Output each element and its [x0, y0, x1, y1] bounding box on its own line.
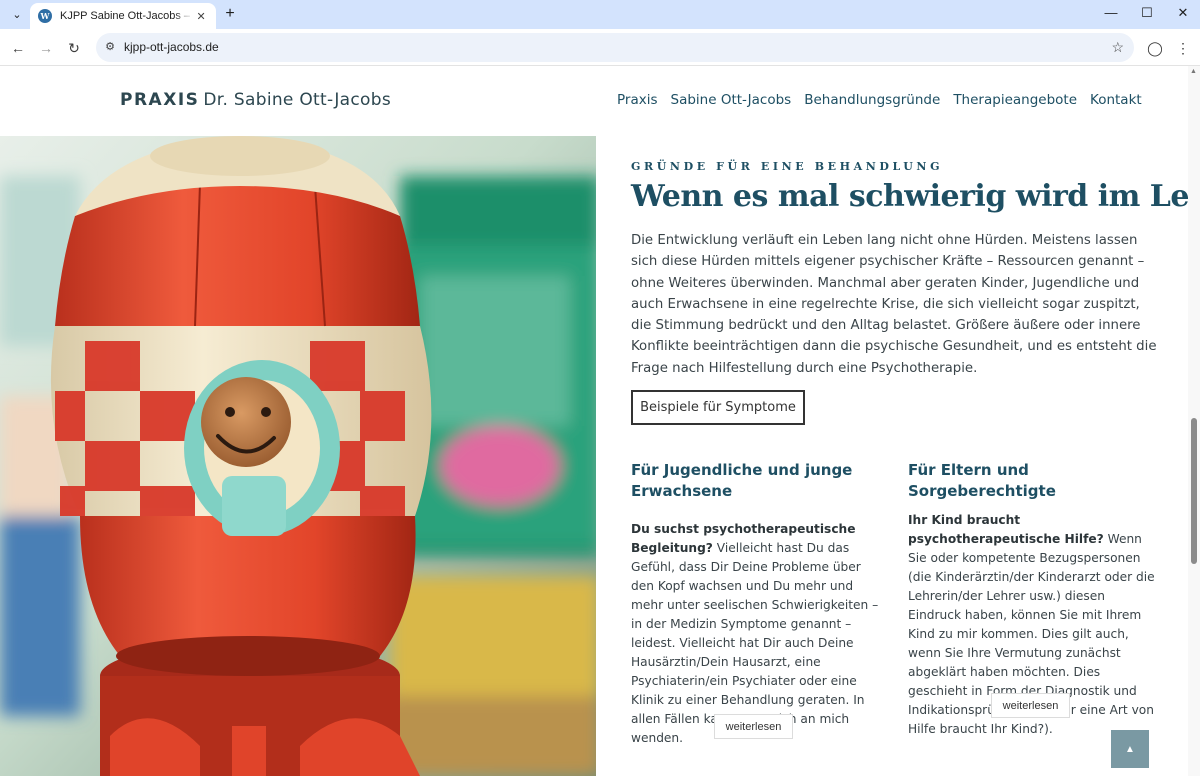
site-logo[interactable]: PRAXIS Dr. Sabine Ott-Jacobs: [120, 90, 391, 110]
intro-text: Die Entwicklung verläuft ein Leben lang …: [631, 233, 1157, 376]
site-info-icon[interactable]: ⚙: [103, 40, 117, 54]
logo-praxis: PRAXIS: [120, 90, 200, 110]
profile-icon[interactable]: ◯: [1144, 37, 1166, 59]
wordpress-favicon-icon: W: [38, 9, 52, 23]
nav-item-kontakt[interactable]: Kontakt: [1090, 92, 1142, 108]
menu-kebab-icon[interactable]: ⋮: [1172, 37, 1194, 59]
url-text[interactable]: kjpp-ott-jacobs.de: [124, 33, 219, 62]
section-kicker: GRÜNDE FÜR EINE BEHANDLUNG: [631, 160, 944, 173]
tab-close-icon[interactable]: ✕: [194, 10, 208, 23]
browser-tab[interactable]: W KJPP Sabine Ott-Jacobs – Praxis ✕: [30, 3, 216, 29]
page-scrollbar[interactable]: ▲: [1188, 66, 1200, 776]
maximize-icon[interactable]: ☐: [1136, 3, 1158, 23]
symptom-examples-button[interactable]: Beispiele für Symptome: [631, 390, 805, 425]
read-more-eltern-button[interactable]: weiterlesen: [991, 693, 1070, 718]
address-bar[interactable]: ⚙ kjpp-ott-jacobs.de ☆: [96, 33, 1134, 62]
page-title: Wenn es mal schwierig wird im Leben: [631, 179, 1188, 214]
tab-title: KJPP Sabine Ott-Jacobs – Praxis: [60, 10, 194, 22]
chevron-up-icon: ▲: [1125, 743, 1135, 755]
reload-icon[interactable]: ↻: [63, 37, 85, 59]
browser-toolbar: ← → ↻ ⚙ kjpp-ott-jacobs.de ☆ ◯ ⋮: [0, 29, 1200, 66]
scrollbar-thumb[interactable]: [1191, 418, 1197, 564]
main-nav: Praxis Sabine Ott-Jacobs Behandlungsgrün…: [617, 92, 1142, 108]
bookmark-star-icon[interactable]: ☆: [1111, 33, 1124, 62]
nav-item-behandlungsgruende[interactable]: Behandlungsgründe: [804, 92, 940, 108]
nav-item-therapieangebote[interactable]: Therapieangebote: [953, 92, 1077, 108]
nav-item-sabine-ott-jacobs[interactable]: Sabine Ott-Jacobs: [671, 92, 792, 108]
scroll-up-arrow-icon[interactable]: ▲: [1190, 68, 1197, 75]
browser-tab-bar: ⌄ W KJPP Sabine Ott-Jacobs – Praxis ✕ + …: [0, 0, 1200, 29]
tab-list-chevron-icon[interactable]: ⌄: [6, 4, 28, 24]
new-tab-plus-icon[interactable]: +: [220, 4, 240, 24]
site-header: PRAXIS Dr. Sabine Ott-Jacobs Praxis Sabin…: [0, 66, 1188, 136]
logo-name: Dr. Sabine Ott-Jacobs: [203, 90, 391, 110]
column-heading-jugendliche: Für Jugendliche und junge Erwachsene: [631, 461, 853, 500]
forward-arrow-icon[interactable]: →: [35, 37, 57, 59]
scroll-to-top-button[interactable]: ▲: [1111, 730, 1149, 768]
nav-item-praxis[interactable]: Praxis: [617, 92, 658, 108]
web-page: PRAXIS Dr. Sabine Ott-Jacobs Praxis Sabin…: [0, 66, 1188, 776]
read-more-jugendliche-button[interactable]: weiterlesen: [714, 714, 793, 739]
minimize-icon[interactable]: —: [1100, 3, 1122, 23]
column-lead-eltern: Ihr Kind braucht psychotherapeutische Hi…: [908, 513, 1104, 546]
close-window-icon[interactable]: ✕: [1172, 3, 1194, 23]
column-jugendliche: Für Jugendliche und junge Erwachsene Du …: [631, 460, 881, 748]
hero-image-toy-rocket: [0, 136, 596, 776]
column-heading-eltern: Für Eltern und Sorgeberechtigte: [908, 461, 1056, 500]
back-arrow-icon[interactable]: ←: [7, 37, 29, 59]
